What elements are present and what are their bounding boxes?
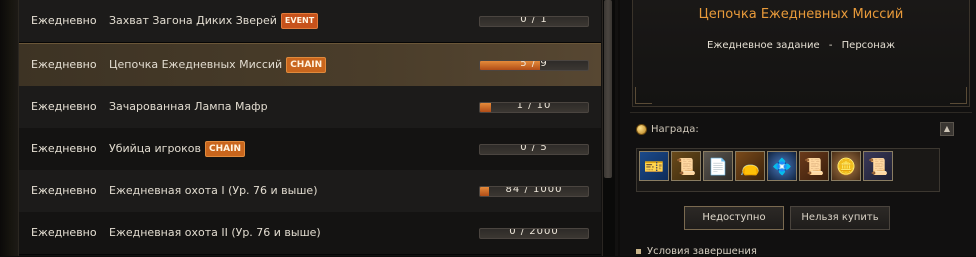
chain-badge: CHAIN bbox=[286, 57, 327, 73]
progress-bar: 0 / 1 bbox=[479, 16, 589, 27]
progress-bar: 0 / 2000 bbox=[479, 228, 589, 239]
quest-name-cell: Зачарованная Лампа Мафр bbox=[109, 86, 268, 128]
quest-row[interactable]: Ежедневно Убийца игроков CHAIN 0 / 5 bbox=[19, 128, 601, 171]
quest-list-panel: Ежедневно Захват Загона Диких Зверей EVE… bbox=[0, 0, 618, 256]
quest-name-cell: Ежедневная охота I (Ур. 76 и выше) bbox=[109, 170, 317, 212]
quest-title: Цепочка Ежедневных Миссий bbox=[698, 7, 904, 22]
quest-detail-panel: Цепочка Ежедневных Миссий Ежедневное зад… bbox=[620, 0, 976, 257]
quest-name: Цепочка Ежедневных Миссий bbox=[109, 58, 283, 71]
left-frame-border bbox=[0, 0, 19, 256]
progress-bar: 5 / 9 bbox=[479, 60, 589, 71]
scrollbar-thumb[interactable] bbox=[604, 0, 612, 178]
progress-text: 5 / 9 bbox=[520, 60, 548, 69]
quest-name-cell: Захват Загона Диких Зверей EVENT bbox=[109, 0, 319, 42]
quest-type: Ежедневно bbox=[31, 142, 97, 155]
coin-icon bbox=[636, 124, 647, 135]
certificate-icon[interactable]: 📄 bbox=[703, 151, 733, 181]
progress-text: 84 / 1000 bbox=[505, 186, 563, 195]
collapse-up-button[interactable]: ▲ bbox=[940, 122, 954, 136]
conditions-label: Условия завершения bbox=[647, 246, 757, 257]
cannot-buy-button[interactable]: Нельзя купить bbox=[790, 206, 890, 230]
chain-badge: CHAIN bbox=[205, 141, 245, 157]
quest-name: Захват Загона Диких Зверей bbox=[109, 14, 277, 27]
bullet-icon bbox=[636, 248, 641, 254]
crystal-icon[interactable]: 💠 bbox=[767, 151, 797, 181]
quest-name: Зачарованная Лампа Мафр bbox=[109, 100, 268, 113]
ticket-icon[interactable]: 🎫 bbox=[639, 151, 669, 181]
divider bbox=[630, 112, 972, 113]
pouch-icon[interactable]: 👝 bbox=[735, 151, 765, 181]
frame-corner-ornament bbox=[950, 87, 967, 104]
scroll-icon[interactable]: 📜 bbox=[671, 151, 701, 181]
reward-section: Награда: ▲ 🎫 📜 📄 👝 💠 📜 🪙 📜 Недоступно Не… bbox=[632, 118, 964, 257]
detail-header-frame: Цепочка Ежедневных Миссий Ежедневное зад… bbox=[632, 0, 970, 107]
progress-bar: 84 / 1000 bbox=[479, 186, 589, 197]
quest-rows: Ежедневно Захват Загона Диких Зверей EVE… bbox=[19, 0, 601, 256]
quest-name: Ежедневная охота II (Ур. 76 и выше) bbox=[109, 226, 321, 239]
reward-label: Награда: bbox=[651, 124, 699, 135]
quest-row-selected[interactable]: Ежедневно Цепочка Ежедневных Миссий CHAI… bbox=[19, 43, 601, 87]
coin-icon[interactable]: 🪙 bbox=[831, 151, 861, 181]
progress-bar: 1 / 10 bbox=[479, 102, 589, 113]
event-badge: EVENT bbox=[280, 13, 319, 29]
progress-text: 1 / 10 bbox=[516, 102, 552, 111]
progress-bar: 0 / 5 bbox=[479, 144, 589, 155]
quest-category: Ежедневное задание bbox=[707, 40, 820, 51]
scroll-icon[interactable]: 📜 bbox=[863, 151, 893, 181]
reward-header: Награда: bbox=[636, 124, 699, 135]
scroll-icon[interactable]: 📜 bbox=[799, 151, 829, 181]
quest-name-cell: Ежедневная охота II (Ур. 76 и выше) bbox=[109, 212, 321, 254]
quest-row[interactable]: Ежедневно Захват Загона Диких Зверей EVE… bbox=[19, 0, 601, 43]
frame-corner-ornament bbox=[635, 87, 652, 104]
quest-name: Убийца игроков bbox=[109, 142, 202, 155]
quest-name-cell: Цепочка Ежедневных Миссий CHAIN bbox=[109, 44, 327, 86]
quest-name: Ежедневная охота I (Ур. 76 и выше) bbox=[109, 184, 318, 197]
quest-type: Ежедневно bbox=[31, 226, 97, 239]
quest-type: Ежедневно bbox=[31, 184, 97, 197]
quest-type: Ежедневно bbox=[31, 100, 97, 113]
quest-type: Ежедневно bbox=[31, 14, 97, 27]
quest-name-cell: Убийца игроков CHAIN bbox=[109, 128, 245, 170]
quest-row[interactable]: Ежедневно Зачарованная Лампа Мафр 1 / 10 bbox=[19, 86, 601, 129]
progress-text: 0 / 1 bbox=[520, 16, 548, 25]
unavailable-button[interactable]: Недоступно bbox=[684, 206, 784, 230]
progress-text: 0 / 2000 bbox=[509, 228, 559, 237]
quest-scope: Персонаж bbox=[841, 40, 895, 51]
quest-type: Ежедневно bbox=[31, 58, 97, 71]
quest-subtitle: Ежедневное задание - Персонаж bbox=[633, 40, 969, 51]
completion-conditions-header[interactable]: Условия завершения bbox=[636, 246, 757, 257]
subtitle-separator: - bbox=[828, 40, 833, 51]
progress-text: 0 / 5 bbox=[520, 144, 548, 153]
reward-items: 🎫 📜 📄 👝 💠 📜 🪙 📜 bbox=[636, 148, 940, 192]
quest-row[interactable]: Ежедневно Ежедневная охота II (Ур. 76 и … bbox=[19, 212, 601, 255]
quest-row[interactable]: Ежедневно Ежедневная охота I (Ур. 76 и в… bbox=[19, 170, 601, 213]
